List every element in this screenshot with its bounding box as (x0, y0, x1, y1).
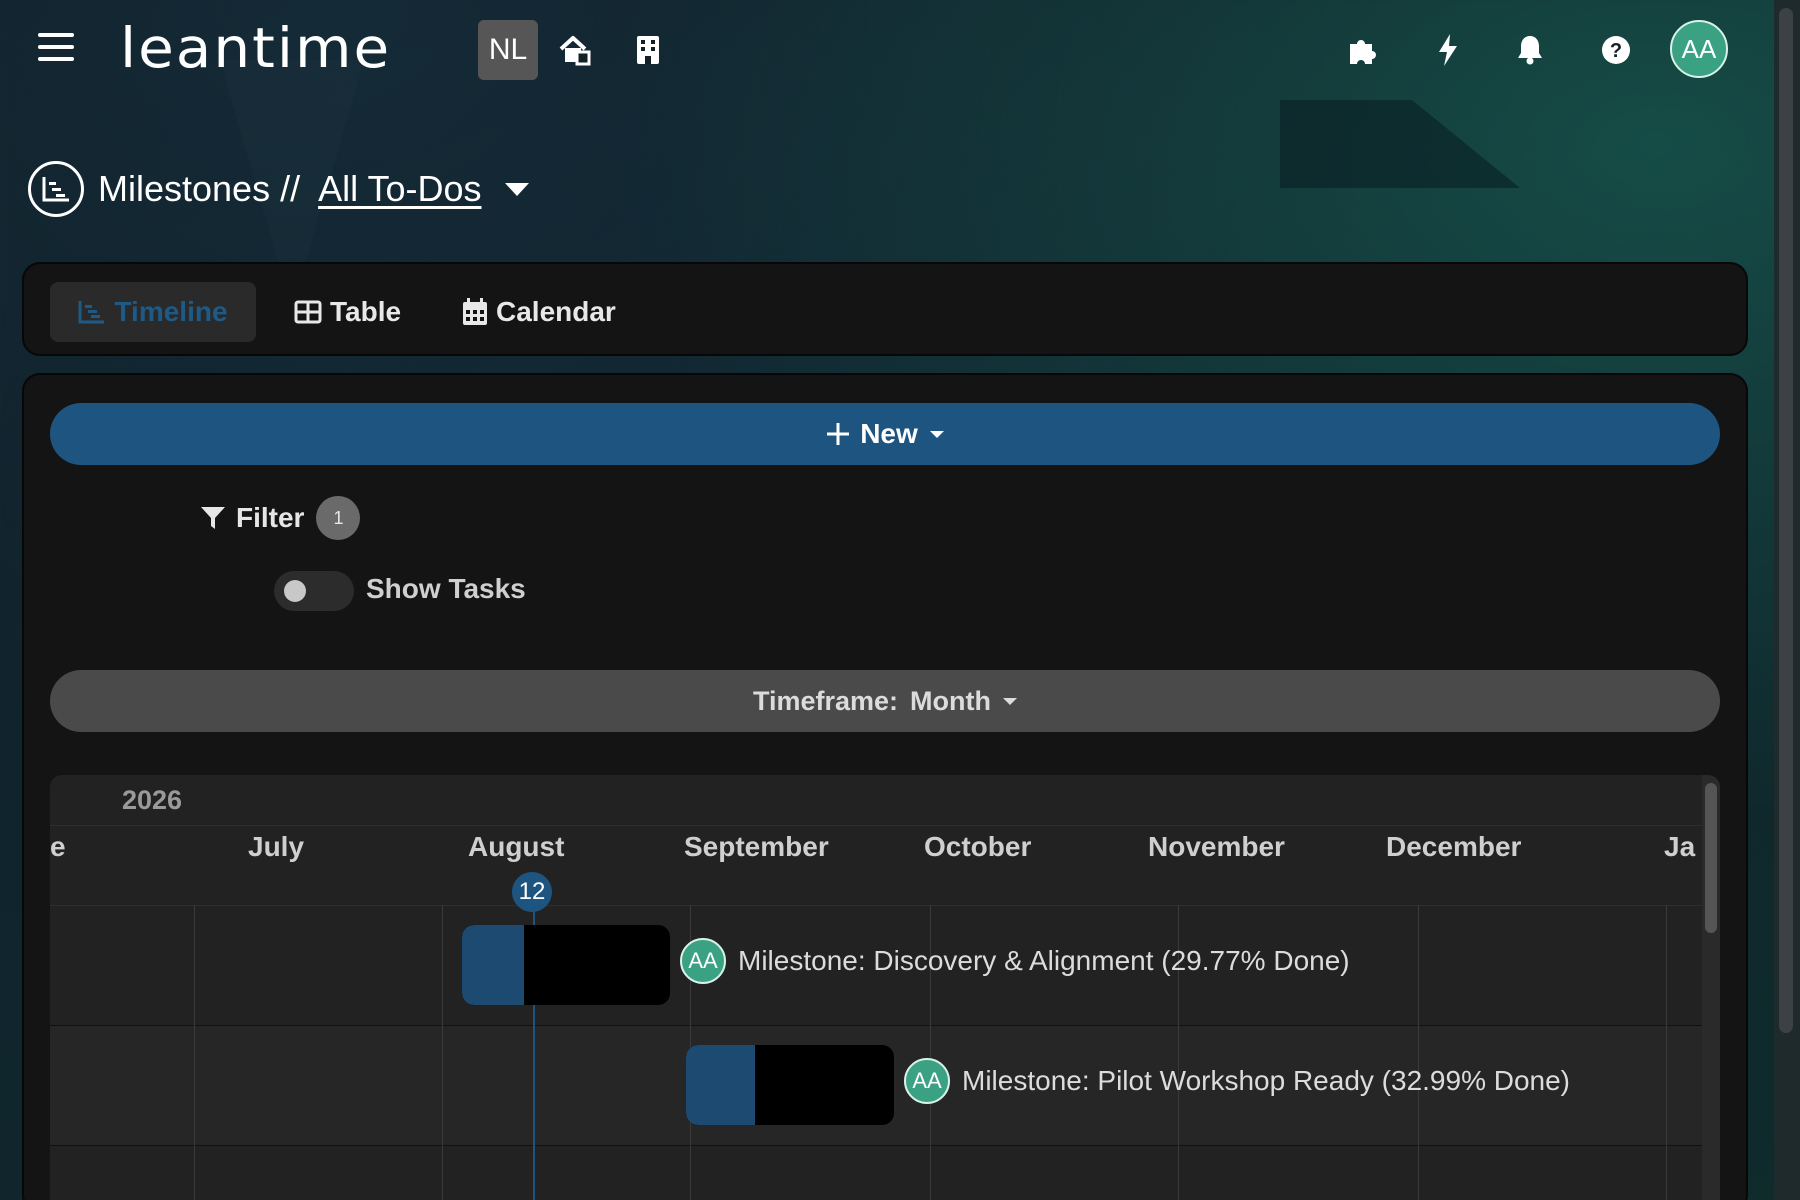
filter-icon (200, 505, 226, 531)
gantt-month: December (1386, 831, 1522, 862)
filter-button[interactable]: Filter 1 (200, 495, 361, 541)
gantt-gridline (194, 905, 195, 1200)
tab-timeline[interactable]: Timeline (50, 282, 256, 342)
view-tabs: Timeline Table Calendar (22, 262, 1748, 356)
question-circle-icon[interactable]: ? (1596, 30, 1636, 70)
gantt-row-divider (50, 1145, 1702, 1146)
leantime-logo[interactable]: leantime (120, 16, 391, 81)
today-marker-badge: 12 (512, 872, 552, 912)
milestone-title: Milestone: Discovery & Alignment (29.77%… (738, 945, 1350, 976)
toggle-knob (284, 580, 306, 602)
assignee-avatar[interactable]: AA (680, 938, 726, 984)
new-button[interactable]: New (50, 403, 1720, 465)
tab-calendar[interactable]: Calendar (462, 282, 616, 342)
gantt-gridline (1418, 905, 1419, 1200)
chevron-down-icon (1003, 697, 1018, 705)
milestone-label[interactable]: AA Milestone: Discovery & Alignment (29.… (680, 938, 1350, 984)
timeframe-prefix: Timeframe: (752, 685, 899, 716)
top-navigation-bar: leantime NL ? AA (0, 0, 1770, 100)
chevron-down-icon[interactable] (505, 182, 530, 196)
page-title: Milestones // (98, 168, 301, 209)
gantt-month: August (468, 831, 565, 862)
breadcrumb: Milestones // All To-Dos (28, 158, 530, 220)
project-avatar-button[interactable]: NL (478, 20, 538, 80)
chevron-down-icon (929, 430, 944, 438)
gantt-timeline: 2026 e July August September October Nov… (50, 775, 1720, 1200)
gantt-month: October (924, 831, 1032, 862)
milestone-label[interactable]: AA Milestone: Pilot Workshop Ready (32.9… (904, 1058, 1570, 1104)
plus-icon (826, 422, 850, 446)
show-tasks-toggle[interactable] (274, 571, 354, 611)
page-scrollbar-thumb[interactable] (1779, 8, 1793, 1033)
gantt-divider (50, 825, 1702, 826)
svg-text:?: ? (1610, 40, 1622, 62)
home-icon[interactable] (555, 30, 595, 70)
gantt-month: November (1148, 831, 1285, 862)
gantt-gridline (1666, 905, 1667, 1200)
bell-icon[interactable] (1510, 30, 1550, 70)
gantt-row-divider (50, 1025, 1702, 1026)
filter-count-badge: 1 (316, 496, 361, 540)
view-selector-link[interactable]: All To-Dos (318, 168, 481, 210)
new-button-label: New (860, 418, 918, 449)
tab-label: Timeline (114, 296, 228, 327)
tab-label: Calendar (496, 296, 616, 327)
assignee-avatar[interactable]: AA (904, 1058, 950, 1104)
gantt-divider (50, 905, 1702, 906)
table-icon (294, 300, 322, 324)
user-avatar[interactable]: AA (1670, 20, 1728, 78)
building-icon[interactable] (628, 30, 668, 70)
bolt-icon[interactable] (1428, 30, 1468, 70)
gantt-month: e (50, 831, 66, 862)
tab-table[interactable]: Table (294, 282, 401, 342)
gantt-month: September (684, 831, 829, 862)
milestone-progress-fill (686, 1045, 755, 1125)
gantt-scrollbar-thumb[interactable] (1705, 783, 1717, 933)
filter-label: Filter (236, 502, 305, 533)
milestone-title: Milestone: Pilot Workshop Ready (32.99% … (962, 1065, 1571, 1096)
gantt-month: July (248, 831, 305, 862)
timeframe-value: Month (910, 685, 992, 716)
puzzle-icon[interactable] (1342, 30, 1382, 70)
milestone-bar[interactable] (686, 1045, 894, 1125)
milestone-progress-fill (462, 925, 525, 1005)
timeframe-dropdown[interactable]: Timeframe: Month (50, 670, 1720, 732)
gantt-gridline (442, 905, 443, 1200)
background-shape (1280, 100, 1520, 188)
show-tasks-label: Show Tasks (366, 573, 526, 604)
gantt-month: Ja (1664, 831, 1696, 862)
timeline-icon (28, 161, 84, 217)
hamburger-menu-icon[interactable] (38, 33, 74, 65)
gantt-year: 2026 (122, 785, 183, 815)
tab-label: Table (330, 296, 402, 327)
calendar-icon (462, 298, 488, 326)
milestone-bar[interactable] (462, 925, 670, 1005)
milestones-panel: New Filter 1 Show Tasks Timeframe: Month… (22, 373, 1748, 1200)
timeline-icon (78, 300, 106, 324)
